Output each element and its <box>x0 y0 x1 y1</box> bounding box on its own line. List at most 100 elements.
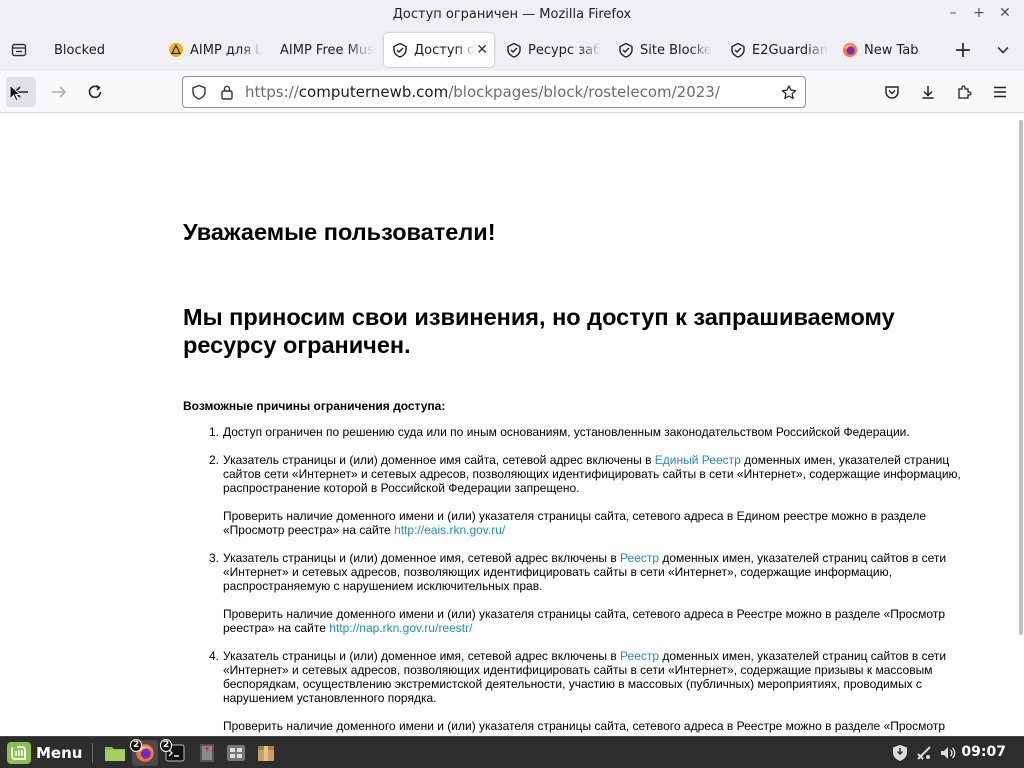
tab-aimp-linux[interactable]: AIMP для L <box>160 33 266 67</box>
window-titlebar: Доступ ограничен — Mozilla Firefox – + ✕ <box>0 0 1024 29</box>
url-scheme: https:// <box>245 83 299 101</box>
update-manager-tray[interactable] <box>887 740 913 766</box>
url-path: /blockpages/block/rostelecom/2023/ <box>448 83 720 101</box>
close-window-icon[interactable]: ✕ <box>996 5 1014 21</box>
reason-text-part: Указатель страницы и (или) доменное имя … <box>223 453 655 467</box>
volume-tray[interactable] <box>935 740 961 766</box>
apology-heading: Мы приносим свои извинения, но доступ к … <box>183 304 895 358</box>
tab-label: Доступ о <box>414 42 476 58</box>
chevron-down-icon <box>997 46 1009 54</box>
start-menu-button[interactable]: Menu <box>2 739 86 767</box>
firefox-view-button[interactable] <box>6 37 32 63</box>
list-item: 2. Указатель страницы и (или) доменное и… <box>183 453 968 537</box>
tab-access-restricted[interactable]: Доступ о ✕ <box>384 33 494 67</box>
extensions-button[interactable] <box>949 77 979 107</box>
app-launcher-3[interactable] <box>253 740 279 766</box>
lock-icon[interactable] <box>219 84 235 100</box>
firefox-launcher[interactable]: 2 <box>130 739 158 766</box>
linux-mint-logo-icon <box>7 742 31 764</box>
tab-site-blocked[interactable]: Site Blocke <box>610 33 716 67</box>
maximize-icon[interactable]: + <box>970 5 988 21</box>
tab-blocked[interactable]: Blocked <box>46 33 154 67</box>
app-launcher-2[interactable] <box>223 740 249 766</box>
taskbar-divider <box>92 743 93 763</box>
package-archive-icon <box>258 746 274 761</box>
reasons-title: Возможные причины ограничения доступа: <box>183 399 446 413</box>
shield-tab-icon <box>392 42 408 58</box>
tab-strip: Blocked AIMP для L AIMP Free Mus Доступ … <box>0 29 1024 71</box>
new-tab-button[interactable]: + <box>950 37 976 63</box>
navigation-bar: https://computernewb.com/blockpages/bloc… <box>0 71 1024 113</box>
window-count-badge: 2 <box>160 739 173 752</box>
reason-text: Указатель страницы и (или) доменное имя,… <box>223 649 968 705</box>
list-number: 1. <box>209 425 220 439</box>
list-number: 2. <box>209 453 220 467</box>
address-bar[interactable]: https://computernewb.com/blockpages/bloc… <box>182 76 806 108</box>
page-content: Уважаемые пользователи! Мы приносим свои… <box>0 114 1024 736</box>
reload-icon <box>88 84 102 99</box>
shield-update-icon <box>893 745 907 761</box>
page-scrollbar[interactable] <box>1018 114 1024 736</box>
tab-aimp-free-music[interactable]: AIMP Free Mus <box>272 33 378 67</box>
tab-label: Blocked <box>54 42 105 58</box>
speaker-volume-icon <box>941 747 956 759</box>
minimize-icon[interactable]: – <box>944 5 962 21</box>
registry-link[interactable]: Реестр <box>620 551 659 565</box>
eais-link[interactable]: http://eais.rkn.gov.ru/ <box>394 523 505 537</box>
tab-label: E2Guardian <box>752 42 828 58</box>
reason-text-part: Указатель страницы и (или) доменное имя,… <box>223 551 621 565</box>
check-text: Проверить наличие доменного имени и (или… <box>223 509 968 537</box>
document-viewer-icon <box>200 744 214 762</box>
list-number: 3. <box>209 551 220 565</box>
puzzle-piece-icon <box>958 85 972 99</box>
unified-registry-link[interactable]: Единый Реестр <box>655 453 741 467</box>
list-item: 4. Указатель страницы и (или) доменное и… <box>183 649 968 733</box>
shield-tab-icon <box>506 42 522 58</box>
tab-label: AIMP для L <box>190 42 263 58</box>
tab-label: Site Blocke <box>640 42 712 58</box>
close-tab-icon[interactable]: ✕ <box>476 42 488 58</box>
clock[interactable]: 09:07 <box>961 744 1006 760</box>
url-text[interactable]: https://computernewb.com/blockpages/bloc… <box>245 83 720 101</box>
settings-panel-icon <box>227 745 245 761</box>
list-item: 1. Доступ ограничен по решению суда или … <box>183 425 968 439</box>
terminal-launcher[interactable]: 2 <box>160 739 188 766</box>
plus-icon: + <box>953 37 973 63</box>
firefox-icon <box>842 42 858 58</box>
tracking-protection-shield-icon[interactable] <box>191 84 207 100</box>
downloads-button[interactable] <box>913 77 943 107</box>
tab-e2guardian[interactable]: E2Guardian <box>722 33 828 67</box>
pocket-icon <box>885 86 899 99</box>
firefox-view-icon <box>11 43 27 57</box>
nap-registry-link[interactable]: http://nap.rkn.gov.ru/reestr/ <box>329 621 472 635</box>
list-number: 4. <box>209 649 220 663</box>
forward-button[interactable] <box>44 77 74 107</box>
shield-tab-icon <box>618 42 634 58</box>
registry-link[interactable]: Реестр <box>620 649 659 663</box>
tab-new-tab[interactable]: New Tab <box>834 33 940 67</box>
reload-button[interactable] <box>80 77 110 107</box>
reason-text: Доступ ограничен по решению суда или по … <box>223 425 910 439</box>
bookmark-star-icon[interactable] <box>781 84 797 100</box>
reason-text: Указатель страницы и (или) доменное имя … <box>223 453 968 495</box>
tab-resource-blocked[interactable]: Ресурс заб <box>498 33 604 67</box>
folder-icon <box>105 747 125 761</box>
app-launcher-1[interactable] <box>194 740 220 766</box>
pocket-button[interactable] <box>877 77 907 107</box>
url-domain: computernewb.com <box>298 83 449 101</box>
menu-label: Menu <box>36 744 83 762</box>
network-tray[interactable] <box>911 740 937 766</box>
check-text-part: Проверить наличие доменного имени и (или… <box>223 509 926 537</box>
shield-tab-icon <box>730 42 746 58</box>
greeting-heading: Уважаемые пользователи! <box>183 219 496 245</box>
app-menu-button[interactable] <box>985 77 1015 107</box>
check-text: Проверить наличие доменного имени и (или… <box>223 607 968 635</box>
network-disconnected-icon <box>917 746 931 760</box>
tab-label: Ресурс заб <box>528 42 602 58</box>
scrollbar-thumb[interactable] <box>1019 120 1023 635</box>
reason-text: Указатель страницы и (или) доменное имя,… <box>223 551 968 593</box>
list-item: 3. Указатель страницы и (или) доменное и… <box>183 551 968 635</box>
window-title: Доступ ограничен — Mozilla Firefox <box>392 7 632 22</box>
files-launcher[interactable] <box>102 740 128 766</box>
list-all-tabs-button[interactable] <box>990 37 1016 63</box>
